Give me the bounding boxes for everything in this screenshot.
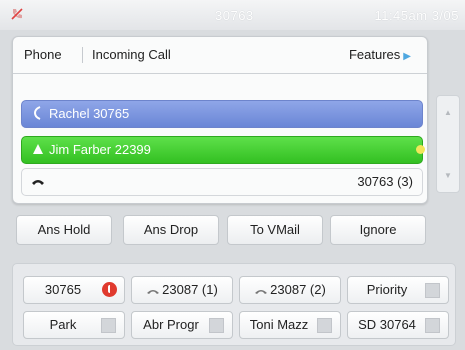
handset-ringing-icon: [33, 106, 41, 120]
handset-icon: [32, 180, 44, 185]
active-call-number: 30763 (3): [357, 174, 413, 189]
line-key-label: 23087 (2): [270, 282, 326, 297]
features-label: Features: [348, 47, 401, 62]
call-line-jim[interactable]: Jim Farber 22399: [21, 136, 425, 164]
line-key-label-wrap: 23087 (2): [240, 282, 340, 297]
line-key-label: 30765: [44, 282, 82, 297]
call-panel: Phone Incoming Call Features ▶ Rachel 307…: [12, 36, 428, 204]
line-key-23087-1[interactable]: 23087 (1): [131, 276, 233, 304]
mute-icon: [11, 8, 23, 20]
line-status-square-icon: [425, 283, 440, 298]
line-key-priority[interactable]: Priority: [347, 276, 449, 304]
panel-header: Phone Incoming Call Features ▶: [13, 37, 427, 74]
header-divider: [82, 47, 83, 63]
scroll-up-icon[interactable]: ▲: [444, 108, 452, 117]
active-call-line[interactable]: 30763 (3): [21, 168, 423, 196]
call-list-scrollbar[interactable]: ▲ ▼: [436, 95, 460, 193]
answer-drop-button[interactable]: Ans Drop: [123, 215, 219, 245]
line-key-30765[interactable]: 30765: [23, 276, 125, 304]
line-key-sd-30764[interactable]: SD 30764: [347, 311, 449, 339]
caller-name-jim: Jim Farber 22399: [49, 142, 151, 157]
line-key-23087-2[interactable]: 23087 (2): [239, 276, 341, 304]
extension-label: 30763: [215, 8, 254, 23]
scroll-down-icon[interactable]: ▼: [444, 171, 452, 180]
clock: 11:45am 3/05: [374, 8, 459, 23]
line-status-square-icon: [425, 318, 440, 333]
answer-hold-button[interactable]: Ans Hold: [16, 215, 112, 245]
chevron-right-icon: ▶: [403, 51, 411, 62]
app-name: Phone: [24, 47, 62, 62]
page-title: Incoming Call: [92, 47, 171, 62]
caller-name-rachel: Rachel 30765: [49, 106, 130, 121]
line-key-toni-mazz[interactable]: Toni Mazz: [239, 311, 341, 339]
handset-icon: [147, 289, 160, 294]
alert-triangle-icon: [33, 144, 43, 154]
line-key-panel: 30765 23087 (1) 23087 (2) Priority Park …: [12, 263, 456, 346]
line-key-label: Priority: [366, 282, 408, 297]
line-key-park[interactable]: Park: [23, 311, 125, 339]
incoming-call-alert-icon: [102, 282, 117, 297]
ignore-button[interactable]: Ignore: [330, 215, 426, 245]
to-voicemail-button[interactable]: To VMail: [227, 215, 323, 245]
line-key-label: SD 30764: [358, 317, 416, 332]
line-key-label: Toni Mazz: [249, 317, 309, 332]
line-key-abr-progr[interactable]: Abr Progr: [131, 311, 233, 339]
status-bar: 30763 11:45am 3/05: [0, 0, 465, 30]
status-dot-icon: [416, 145, 425, 154]
features-button[interactable]: Features ▶: [345, 45, 415, 64]
handset-icon: [255, 289, 268, 294]
line-status-square-icon: [101, 318, 116, 333]
line-key-label-wrap: 23087 (1): [132, 282, 232, 297]
line-key-label: 23087 (1): [162, 282, 218, 297]
line-key-label: Abr Progr: [143, 317, 199, 332]
softkey-bar: Ans Hold Ans Drop To VMail Ignore: [16, 215, 426, 245]
line-key-label: Park: [49, 317, 77, 332]
call-line-rachel[interactable]: Rachel 30765: [21, 100, 423, 128]
line-status-square-icon: [317, 318, 332, 333]
line-status-square-icon: [209, 318, 224, 333]
